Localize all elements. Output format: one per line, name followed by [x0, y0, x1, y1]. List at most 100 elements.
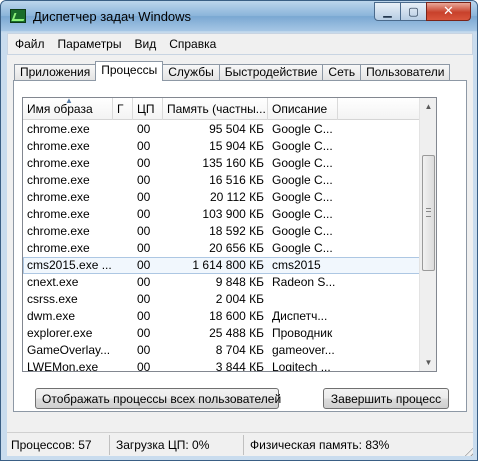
menu-file[interactable]: Файл — [8, 37, 51, 51]
scroll-thumb[interactable] — [422, 155, 435, 271]
column-label: Имя образа — [27, 102, 93, 116]
sort-ascending-icon: ▲ — [65, 98, 73, 105]
task-manager-icon — [10, 9, 26, 23]
cell-cpu: 00 — [137, 190, 151, 204]
show-all-users-button[interactable]: Отображать процессы всех пользователей — [35, 388, 281, 409]
cell-image-name: chrome.exe — [27, 139, 90, 153]
tab-performance[interactable]: Быстродействие — [218, 64, 324, 81]
cell-description — [272, 291, 342, 308]
cell-description: gameover... — [272, 343, 335, 357]
process-list[interactable]: ▲ Имя образа Г ЦП Память (частны... Опис… — [22, 97, 437, 372]
cell-cpu: 00 — [137, 360, 151, 372]
table-row[interactable]: dwm.exe 00 18 600 КБ Диспетч... — [23, 308, 421, 325]
status-bar: Процессов: 57 Загрузка ЦП: 0% Физическая… — [7, 432, 473, 456]
cell-memory: 18 592 КБ — [209, 224, 264, 238]
title-bar[interactable]: Диспетчер задач Windows ▁ ▢ ✕ — [1, 1, 477, 31]
cell-image-name: csrss.exe — [27, 292, 78, 306]
cell-cpu: 00 — [137, 326, 151, 340]
status-divider — [109, 435, 110, 455]
cell-memory: 16 516 КБ — [209, 173, 264, 187]
cell-image-name: cnext.exe — [27, 275, 79, 289]
cell-description: Google C... — [272, 207, 333, 221]
cell-description: Диспетч... — [272, 309, 328, 323]
cell-description: Google C... — [272, 139, 333, 153]
table-row[interactable]: chrome.exe 00 18 592 КБ Google C... — [23, 223, 421, 240]
end-process-button[interactable]: Завершить процесс — [323, 388, 449, 409]
scroll-down-icon[interactable]: ▼ — [420, 354, 436, 371]
cell-description: Google C... — [272, 241, 333, 255]
list-rows: chrome.exe 00 95 504 КБ Google C... chrome.e… — [23, 121, 421, 372]
table-row[interactable]: chrome.exe 00 15 904 КБ Google C... — [23, 138, 421, 155]
table-row[interactable]: LWEMon.exe 00 3 844 КБ Logitech ... — [23, 359, 421, 372]
cell-description: Проводник — [272, 326, 333, 340]
column-user[interactable]: Г — [113, 98, 133, 120]
table-row[interactable]: explorer.exe 00 25 488 КБ Проводник — [23, 325, 421, 342]
table-row[interactable]: chrome.exe 00 20 656 КБ Google C... — [23, 240, 421, 257]
cell-image-name: chrome.exe — [27, 173, 90, 187]
menu-help[interactable]: Справка — [162, 37, 222, 51]
task-manager-window: Диспетчер задач Windows ▁ ▢ ✕ Файл Парам… — [0, 0, 478, 461]
scroll-up-icon[interactable]: ▲ — [420, 98, 436, 115]
tab-processes[interactable]: Процессы — [95, 61, 164, 81]
cell-image-name: GameOverlay... — [27, 343, 111, 357]
menu-bar: Файл Параметры Вид Справка — [7, 33, 473, 55]
cell-description: Radeon S... — [272, 275, 336, 289]
table-row[interactable]: chrome.exe 00 95 504 КБ Google C... — [23, 121, 421, 138]
cell-cpu: 00 — [137, 292, 151, 306]
cell-description: Logitech ... — [272, 360, 331, 372]
minimize-button[interactable]: ▁ — [374, 2, 401, 21]
column-description[interactable]: Описание — [268, 98, 338, 120]
cell-memory: 18 600 КБ — [209, 309, 264, 323]
table-row[interactable]: chrome.exe 00 135 160 КБ Google C... — [23, 155, 421, 172]
cell-description: Google C... — [272, 173, 333, 187]
table-row[interactable]: csrss.exe 00 2 004 КБ — [23, 291, 421, 308]
cell-cpu: 00 — [137, 139, 151, 153]
cell-cpu: 00 — [137, 309, 151, 323]
vertical-scrollbar[interactable]: ▲ ▼ — [419, 98, 436, 371]
cell-memory: 20 112 КБ — [209, 190, 264, 204]
tab-users[interactable]: Пользователи — [360, 64, 451, 81]
cell-description: Google C... — [272, 156, 333, 170]
cell-cpu: 00 — [137, 156, 151, 170]
cell-description: Google C... — [272, 224, 333, 238]
tab-applications[interactable]: Приложения — [14, 64, 97, 81]
cell-memory: 9 848 КБ — [215, 275, 264, 289]
column-memory[interactable]: Память (частны... — [163, 98, 268, 120]
cell-image-name: chrome.exe — [27, 122, 90, 136]
cell-cpu: 00 — [137, 224, 151, 238]
cell-image-name: explorer.exe — [27, 326, 93, 340]
cell-cpu: 00 — [137, 275, 151, 289]
column-cpu[interactable]: ЦП — [133, 98, 163, 120]
table-row[interactable]: cnext.exe 00 9 848 КБ Radeon S... — [23, 274, 421, 291]
window-controls: ▁ ▢ ✕ — [374, 2, 471, 21]
cell-image-name: chrome.exe — [27, 190, 90, 204]
resize-grip-icon[interactable] — [461, 444, 473, 456]
cell-image-name: chrome.exe — [27, 224, 90, 238]
close-button[interactable]: ✕ — [426, 2, 471, 21]
table-row[interactable]: chrome.exe 00 16 516 КБ Google C... — [23, 172, 421, 189]
cell-description: cms2015 — [272, 258, 321, 272]
cell-cpu: 00 — [137, 122, 151, 136]
cell-image-name: LWEMon.exe — [27, 360, 99, 372]
list-header: ▲ Имя образа Г ЦП Память (частны... Опис… — [23, 98, 421, 120]
status-divider — [243, 435, 244, 455]
cell-cpu: 00 — [137, 207, 151, 221]
cell-description: Google C... — [272, 122, 333, 136]
column-image-name[interactable]: ▲ Имя образа — [23, 98, 113, 120]
cell-memory: 2 004 КБ — [215, 292, 264, 306]
tab-services[interactable]: Службы — [162, 64, 220, 81]
maximize-button[interactable]: ▢ — [400, 2, 427, 21]
table-row[interactable]: GameOverlay... 00 8 704 КБ gameover... — [23, 342, 421, 359]
cell-memory: 20 656 КБ — [209, 241, 264, 255]
cell-cpu: 00 — [137, 173, 151, 187]
cell-memory: 8 704 КБ — [215, 343, 264, 357]
tab-network[interactable]: Сеть — [322, 64, 362, 81]
menu-options[interactable]: Параметры — [51, 37, 128, 51]
cell-memory: 3 844 КБ — [215, 360, 264, 372]
cell-memory: 15 904 КБ — [209, 139, 264, 153]
table-row[interactable]: cms2015.exe ... 00 1 614 800 КБ cms2015 — [23, 257, 421, 274]
menu-view[interactable]: Вид — [127, 37, 162, 51]
table-row[interactable]: chrome.exe 00 103 900 КБ Google C... — [23, 206, 421, 223]
table-row[interactable]: chrome.exe 00 20 112 КБ Google C... — [23, 189, 421, 206]
cell-image-name: chrome.exe — [27, 207, 90, 221]
